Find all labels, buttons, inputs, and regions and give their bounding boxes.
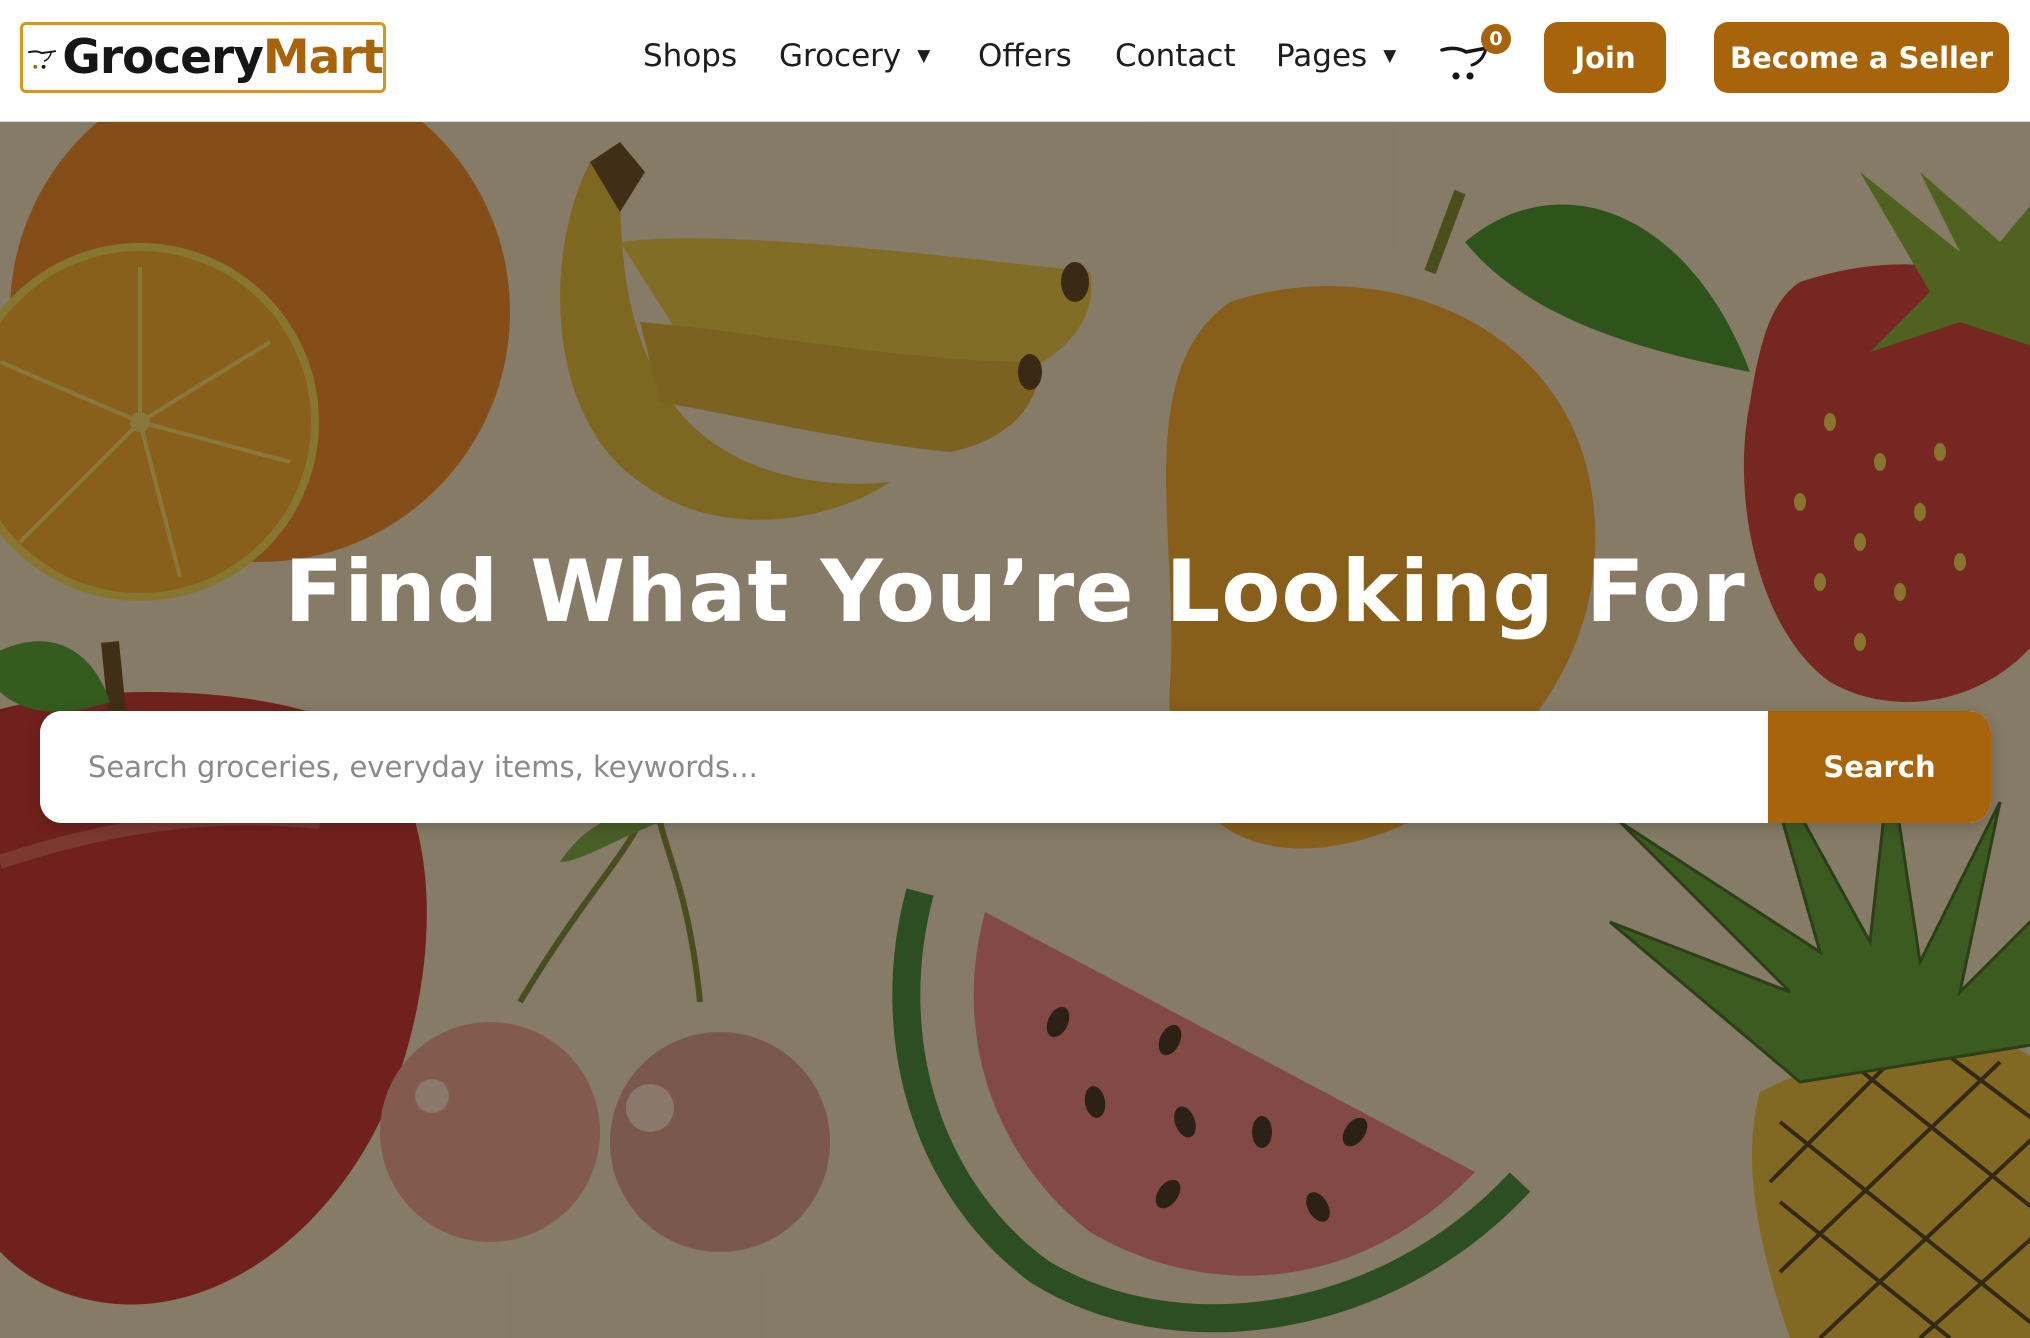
nav-item-label: Pages	[1276, 38, 1368, 74]
hero-section: Find What You’re Looking For Search	[0, 122, 2030, 1338]
nav-item-pages[interactable]: Pages ▼	[1276, 38, 1396, 74]
nav-item-label: Contact	[1115, 38, 1236, 74]
nav-item-label: Grocery	[779, 38, 902, 74]
search-input[interactable]	[40, 711, 1768, 823]
become-seller-button[interactable]: Become a Seller	[1714, 22, 2009, 93]
brand-name-part1: Grocery	[62, 30, 264, 85]
nav-item-label: Shops	[643, 38, 738, 74]
brand-logo[interactable]: GroceryMart	[20, 22, 386, 93]
nav-item-shops[interactable]: Shops	[643, 38, 737, 74]
hero-title: Find What You’re Looking For	[284, 542, 1746, 642]
nav-item-offers[interactable]: Offers	[978, 38, 1072, 74]
cart-button[interactable]: 0	[1440, 24, 1512, 90]
cart-count-badge: 0	[1481, 24, 1511, 54]
caret-down-icon: ▼	[917, 46, 931, 66]
brand-name: GroceryMart	[62, 34, 384, 81]
brand-name-part2: Mart	[262, 30, 384, 85]
nav-item-contact[interactable]: Contact	[1115, 38, 1236, 74]
search-bar: Search	[40, 711, 1991, 823]
site-header: GroceryMart Shops Grocery ▼ Offers Conta…	[0, 0, 2030, 122]
join-button[interactable]: Join	[1544, 22, 1666, 93]
search-button[interactable]: Search	[1768, 711, 1991, 823]
shopping-cart-icon	[27, 49, 57, 69]
caret-down-icon: ▼	[1383, 46, 1397, 66]
nav-item-grocery[interactable]: Grocery ▼	[779, 38, 930, 74]
nav-item-label: Offers	[978, 38, 1072, 74]
